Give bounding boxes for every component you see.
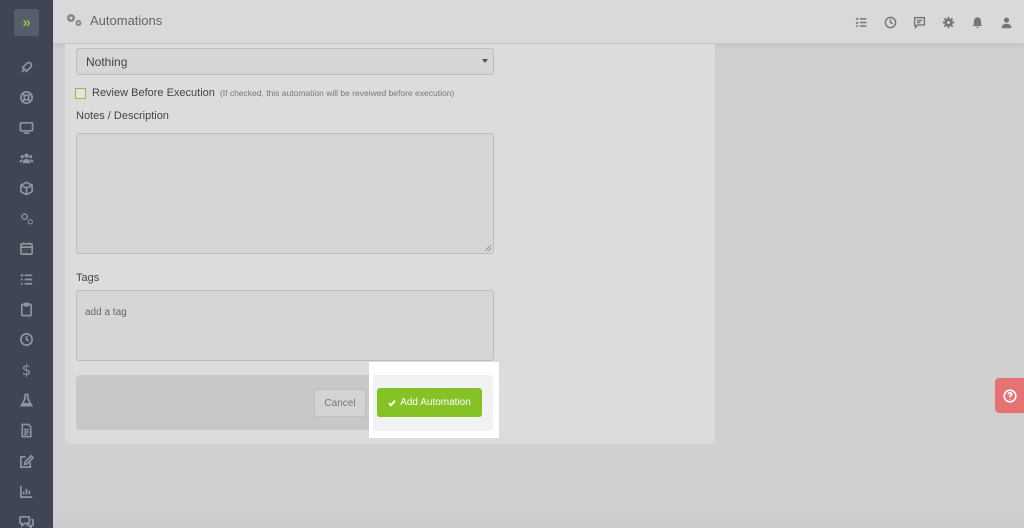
review-hint-text: (If checked, this automation will be rev… [219, 88, 455, 98]
cancel-button[interactable]: Cancel [314, 389, 366, 417]
review-before-execution-checkbox[interactable] [75, 87, 86, 99]
review-before-execution-label[interactable]: Review Before Execution [92, 87, 215, 99]
sidebar-item-devices[interactable] [0, 113, 53, 143]
list-icon [20, 273, 33, 285]
dollar-icon: $ [21, 361, 32, 380]
add-automation-label: Add Automation [400, 397, 471, 408]
sidebar: » $ [0, 0, 53, 528]
user-icon [1001, 16, 1011, 28]
sidebar-item-clipboard[interactable] [0, 294, 53, 324]
bell-icon [972, 16, 982, 28]
tags-input[interactable]: add a tag [76, 290, 494, 361]
top-bar: Automations [53, 0, 1024, 44]
sidebar-item-edit[interactable] [0, 446, 53, 476]
highlight-overlay: Add Automation [369, 362, 499, 438]
chat-icon [913, 16, 925, 29]
page-bottom [53, 512, 1024, 528]
history-button[interactable] [882, 14, 898, 30]
monitor-icon [19, 122, 34, 135]
messages-button[interactable] [911, 14, 927, 30]
notes-textarea[interactable] [76, 133, 494, 254]
lifebuoy-icon [20, 90, 33, 104]
rocket-icon [21, 61, 33, 73]
calendar-icon [20, 242, 33, 256]
notifications-button[interactable] [969, 14, 985, 30]
sidebar-item-support[interactable] [0, 82, 53, 112]
page-header: Automations [65, 12, 162, 28]
flask-icon [19, 393, 34, 407]
sidebar-item-clients[interactable] [0, 143, 53, 173]
clipboard-icon [20, 302, 33, 317]
settings-button[interactable] [940, 14, 956, 30]
users-icon [19, 153, 34, 163]
sidebar-item-messages[interactable] [0, 506, 53, 528]
help-button[interactable] [995, 378, 1024, 413]
sidebar-item-time[interactable] [0, 325, 53, 355]
edit-icon [20, 454, 34, 468]
sidebar-nav: $ [0, 52, 53, 528]
clock-icon [20, 333, 33, 347]
clock-icon [884, 16, 896, 28]
action-select-value: Nothing [86, 55, 128, 69]
document-icon [21, 423, 32, 438]
check-icon [388, 399, 396, 407]
sidebar-item-lab[interactable] [0, 385, 53, 415]
sidebar-item-rocket[interactable] [0, 52, 53, 82]
tags-label: Tags [76, 272, 100, 284]
sidebar-toggle-button[interactable]: » [14, 9, 39, 36]
help-circle-icon [1002, 388, 1017, 403]
gears-icon [21, 213, 33, 225]
sidebar-item-reports[interactable] [0, 476, 53, 506]
chat-icon [19, 516, 34, 528]
tags-placeholder: add a tag [85, 307, 127, 318]
box-icon [20, 181, 33, 196]
review-before-execution-row: Review Before Execution (If checked, thi… [75, 87, 454, 99]
sidebar-item-billing[interactable]: $ [0, 355, 53, 385]
page-title: Automations [90, 12, 163, 28]
gears-icon [67, 14, 82, 26]
sidebar-item-automations[interactable] [0, 203, 53, 233]
chart-icon [20, 485, 33, 498]
top-bar-actions [853, 14, 1014, 30]
gear-icon [942, 16, 954, 28]
sidebar-item-inventory[interactable] [0, 173, 53, 203]
tasks-button[interactable] [853, 14, 869, 30]
action-select[interactable]: Nothing [76, 48, 494, 75]
profile-button[interactable] [998, 14, 1014, 30]
checklist-icon [855, 17, 866, 27]
notes-label: Notes / Description [76, 110, 169, 122]
caret-down-icon [482, 59, 488, 63]
add-automation-button[interactable]: Add Automation [377, 388, 482, 417]
sidebar-item-calendar[interactable] [0, 234, 53, 264]
resize-handle-icon[interactable] [485, 245, 491, 251]
sidebar-item-tasks[interactable] [0, 264, 53, 294]
sidebar-item-documents[interactable] [0, 416, 53, 446]
double-chevron-right-icon: » [22, 14, 31, 31]
